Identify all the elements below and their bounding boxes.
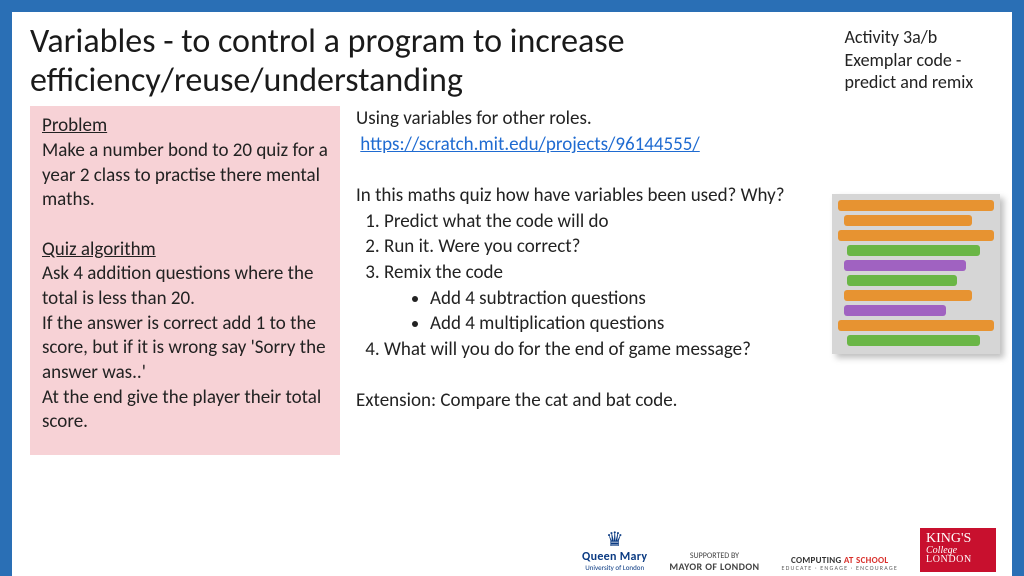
mol-text: MAYOR OF LONDON	[669, 561, 759, 572]
computing-at-school-logo: COMPUTING AT SCHOOL EDUCATE · ENGAGE · E…	[782, 556, 898, 572]
slide: Variables - to control a program to incr…	[12, 12, 1012, 576]
queen-mary-logo: ♛ Queen Mary University of London	[582, 529, 647, 572]
qm-sub: University of London	[585, 564, 644, 572]
mayor-of-london-logo: SUPPORTED BY MAYOR OF LONDON	[669, 552, 759, 572]
cas-sub: EDUCATE · ENGAGE · ENCOURAGE	[782, 565, 898, 572]
extension-line: Extension: Compare the cat and bat code.	[356, 388, 994, 414]
step-3-label: Remix the code	[384, 261, 503, 284]
algorithm-heading: Quiz algorithm	[42, 238, 328, 263]
footer-logos: ♛ Queen Mary University of London SUPPOR…	[12, 528, 1012, 576]
header-row: Variables - to control a program to incr…	[30, 22, 994, 100]
crown-icon: ♛	[606, 529, 624, 551]
activity-line2: Exemplar code - predict and remix	[844, 49, 994, 94]
algorithm-line3: At the end give the player their total s…	[42, 386, 328, 435]
problem-heading: Problem	[42, 114, 328, 139]
kings-line1: KING'S	[926, 532, 990, 546]
kings-line3: LONDON	[926, 555, 990, 565]
problem-text: Make a number bond to 20 quiz for a year…	[42, 139, 328, 213]
algorithm-line1: Ask 4 addition questions where the total…	[42, 262, 328, 311]
problem-box: Problem Make a number bond to 20 quiz fo…	[30, 106, 340, 455]
scratch-link[interactable]: https://scratch.mit.edu/projects/9614455…	[360, 133, 699, 156]
algorithm-line2: If the answer is correct add 1 to the sc…	[42, 312, 328, 386]
activity-note: Activity 3a/b Exemplar code - predict an…	[844, 22, 994, 94]
activity-line1: Activity 3a/b	[844, 26, 994, 49]
kings-college-logo: KING'S College LONDON	[920, 528, 996, 572]
slide-title: Variables - to control a program to incr…	[30, 22, 844, 100]
instructions: Using variables for other roles. https:/…	[356, 106, 994, 455]
intro-line: Using variables for other roles.	[356, 106, 994, 132]
scratch-code-thumbnail	[832, 194, 1000, 354]
body: Problem Make a number bond to 20 quiz fo…	[30, 106, 994, 455]
